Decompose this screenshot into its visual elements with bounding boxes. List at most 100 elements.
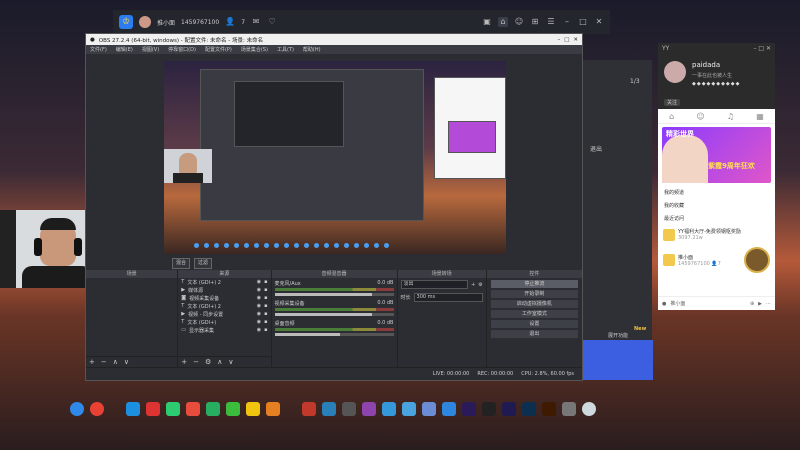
- plus-icon[interactable]: +: [471, 282, 475, 288]
- illustrator-icon[interactable]: [542, 402, 556, 416]
- play-icon[interactable]: ▶: [758, 301, 762, 307]
- tab-home-icon[interactable]: ⌂: [669, 112, 674, 121]
- source-item[interactable]: T 文本 (GDI+) 2 ◉ ▪: [178, 302, 270, 310]
- yy-logo-icon[interactable]: ♔: [119, 15, 133, 29]
- avatar-icon[interactable]: [246, 402, 260, 416]
- source-item[interactable]: T 文本 (GDI+) ◉ ▪: [178, 318, 270, 326]
- more-icon[interactable]: ⋯: [766, 301, 771, 307]
- settings-button[interactable]: 设置: [490, 320, 578, 328]
- recycle-icon[interactable]: [582, 402, 596, 416]
- eye-icon[interactable]: ◉: [257, 327, 261, 333]
- tab-bell-icon[interactable]: ♫: [727, 112, 734, 121]
- volume-slider[interactable]: [274, 293, 394, 296]
- obs-preview-canvas[interactable]: [164, 61, 506, 254]
- menu-scene-collection[interactable]: 场景集合(S): [241, 46, 268, 53]
- eye-icon[interactable]: ◉: [257, 303, 261, 309]
- eye-icon[interactable]: ◉: [257, 287, 261, 293]
- remove-source-icon[interactable]: −: [193, 358, 199, 366]
- menu-file[interactable]: 文件(F): [90, 46, 107, 53]
- gamepad-icon[interactable]: ⊞: [530, 17, 540, 27]
- mix-button[interactable]: 混合: [172, 258, 191, 269]
- tab-user-icon[interactable]: ☺: [696, 112, 704, 121]
- volume-slider[interactable]: [274, 333, 394, 336]
- stop-streaming-button[interactable]: 停止推流: [490, 280, 578, 288]
- user-avatar[interactable]: [139, 16, 151, 28]
- follow-tag[interactable]: 关注: [664, 99, 681, 106]
- menu-profile[interactable]: 配置文件(P): [205, 46, 232, 53]
- expand-label[interactable]: 展开功能: [608, 332, 628, 339]
- iqiyi-icon[interactable]: [226, 402, 240, 416]
- app2-icon[interactable]: [266, 402, 280, 416]
- lock-icon[interactable]: ▪: [264, 287, 267, 293]
- eye-icon[interactable]: ◉: [257, 295, 261, 301]
- menu-view[interactable]: 视图(V): [142, 46, 159, 53]
- video-icon[interactable]: ▣: [482, 17, 492, 27]
- edge-icon[interactable]: [70, 402, 84, 416]
- chrome-icon[interactable]: [90, 402, 104, 416]
- photoshop-icon[interactable]: [522, 402, 536, 416]
- app4-icon[interactable]: [322, 402, 336, 416]
- play-icon[interactable]: [206, 402, 220, 416]
- remove-scene-icon[interactable]: −: [101, 358, 107, 366]
- obs-minimize-icon[interactable]: –: [557, 37, 560, 43]
- duration-input[interactable]: 300 ms: [413, 293, 483, 302]
- eye-icon[interactable]: ◉: [257, 279, 261, 285]
- lock-icon[interactable]: ▪: [264, 311, 267, 317]
- source-item[interactable]: ▭ 显示器采集 ◉ ▪: [178, 326, 270, 334]
- eye-icon[interactable]: ◉: [257, 311, 261, 317]
- source-item[interactable]: ◙ 视频采集设备 ◉ ▪: [178, 294, 270, 302]
- promo-item[interactable]: YY福利大厅-免费领钢枢奖励 3097.21w: [658, 225, 775, 244]
- move-down-icon[interactable]: ∨: [228, 358, 233, 366]
- footer-avatar-icon[interactable]: ●: [662, 301, 666, 307]
- home-icon[interactable]: ⌂: [498, 17, 508, 27]
- menu-docks[interactable]: 停靠窗口(D): [168, 46, 196, 53]
- maximize-icon[interactable]: □: [578, 17, 588, 27]
- window-controls[interactable]: – □ ✕: [753, 45, 771, 52]
- app1-icon[interactable]: [146, 402, 160, 416]
- transition-select[interactable]: 淡出: [400, 280, 469, 289]
- obs-maximize-icon[interactable]: □: [564, 37, 569, 43]
- start-recording-button[interactable]: 开始录制: [490, 290, 578, 298]
- filter-button[interactable]: 过滤: [194, 258, 213, 269]
- lock-icon[interactable]: ▪: [264, 327, 267, 333]
- studio-mode-button[interactable]: 工作室模式: [490, 310, 578, 318]
- source-item[interactable]: ▶ 媒体源 ◉ ▪: [178, 286, 270, 294]
- netease-icon[interactable]: [186, 402, 200, 416]
- wechat-icon[interactable]: [166, 402, 180, 416]
- add-scene-icon[interactable]: +: [89, 358, 95, 366]
- premiere-icon[interactable]: [462, 402, 476, 416]
- lock-icon[interactable]: ▪: [264, 279, 267, 285]
- source-item[interactable]: ▶ 视频 - 同步设置 ◉ ▪: [178, 310, 270, 318]
- add-icon[interactable]: ⊕: [750, 301, 754, 307]
- steam-like-icon[interactable]: [126, 402, 140, 416]
- volume-slider[interactable]: [274, 313, 394, 316]
- my-channel-link[interactable]: 我的频道: [658, 186, 775, 199]
- profile-avatar[interactable]: [664, 61, 686, 83]
- tab-grid-icon[interactable]: ▦: [756, 112, 764, 121]
- lock-icon[interactable]: ▪: [264, 319, 267, 325]
- add-source-icon[interactable]: +: [181, 358, 187, 366]
- app7-icon[interactable]: [422, 402, 436, 416]
- gear-icon[interactable]: ⚙: [478, 282, 482, 288]
- paint-icon[interactable]: [402, 402, 416, 416]
- app9-icon[interactable]: [562, 402, 576, 416]
- lock-icon[interactable]: ▪: [264, 295, 267, 301]
- mail-icon[interactable]: ✉: [251, 17, 261, 27]
- capcut-icon[interactable]: [482, 402, 496, 416]
- exit-button[interactable]: 退出: [490, 330, 578, 338]
- app8-icon[interactable]: [442, 402, 456, 416]
- recent-visits-link[interactable]: 最近访问: [658, 212, 775, 225]
- move-up-icon[interactable]: ∧: [217, 358, 222, 366]
- source-item[interactable]: T 文本 (GDI+) 2 ◉ ▪: [178, 278, 270, 286]
- lion-avatar[interactable]: [744, 247, 770, 273]
- close-icon[interactable]: ✕: [594, 17, 604, 27]
- move-down-icon[interactable]: ∨: [124, 358, 129, 366]
- folder-icon[interactable]: [382, 402, 396, 416]
- app6-icon[interactable]: [362, 402, 376, 416]
- aftereffects-icon[interactable]: [502, 402, 516, 416]
- event-banner[interactable]: 精彩世界 紫霞9周年狂欢: [662, 127, 771, 183]
- lock-icon[interactable]: ▪: [264, 303, 267, 309]
- promo-panel[interactable]: [583, 340, 653, 380]
- eye-icon[interactable]: ◉: [257, 319, 261, 325]
- menu-help[interactable]: 帮助(H): [303, 46, 321, 53]
